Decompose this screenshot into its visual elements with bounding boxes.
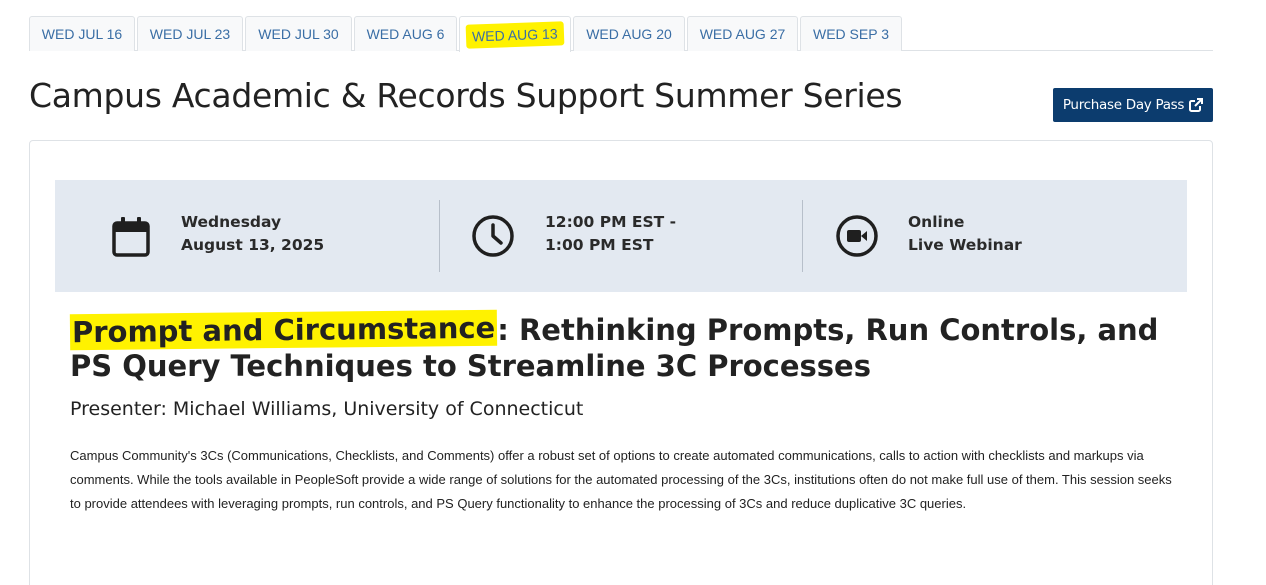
tab-wed-jul-23[interactable]: WED JUL 23 <box>137 16 243 51</box>
tab-wed-sep-3[interactable]: WED SEP 3 <box>800 16 902 51</box>
video-camera-icon <box>836 215 878 257</box>
tab-label: WED JUL 23 <box>149 26 231 42</box>
time-end: 1:00 PM EST <box>545 236 654 254</box>
purchase-label: Purchase Day Pass <box>1062 97 1185 113</box>
date-weekday: Wednesday <box>181 213 282 231</box>
date-text: Wednesday August 13, 2025 <box>181 211 324 257</box>
presenter: Presenter: Michael Williams, University … <box>70 398 584 420</box>
tab-wed-aug-20[interactable]: WED AUG 20 <box>573 16 685 51</box>
tab-wed-aug-13[interactable]: WED AUG 13 <box>459 16 571 52</box>
session-title-highlight: Prompt and Circumstance <box>69 309 498 351</box>
purchase-day-pass-button[interactable]: Purchase Day Pass <box>1053 88 1213 122</box>
tab-wed-jul-16[interactable]: WED JUL 16 <box>29 16 135 51</box>
session-description: Campus Community's 3Cs (Communications, … <box>70 448 1172 511</box>
tab-label: WED SEP 3 <box>813 26 889 42</box>
tab-wed-jul-30[interactable]: WED JUL 30 <box>245 16 352 51</box>
tab-label: WED AUG 27 <box>699 26 786 42</box>
tab-label: WED AUG 6 <box>366 26 445 42</box>
date-full: August 13, 2025 <box>181 236 325 254</box>
tab-label: WED AUG 13 <box>465 20 565 49</box>
clock-icon <box>472 215 514 257</box>
tab-label: WED JUL 30 <box>258 26 339 42</box>
tab-wed-aug-27[interactable]: WED AUG 27 <box>687 16 798 51</box>
time-start: 12:00 PM EST - <box>545 213 677 231</box>
time-text: 12:00 PM EST - 1:00 PM EST <box>545 211 676 257</box>
location-text: Online Live Webinar <box>908 211 1022 257</box>
location-detail: Live Webinar <box>908 236 1022 254</box>
tab-wed-aug-6[interactable]: WED AUG 6 <box>354 16 457 51</box>
calendar-icon <box>112 217 150 257</box>
date-info: Wednesday August 13, 2025 <box>55 180 439 292</box>
date-tabs: WED JUL 16 WED JUL 23 WED JUL 30 WED AUG… <box>29 16 1213 52</box>
session-title: Prompt and Circumstance: Rethinking Prom… <box>69 309 1190 384</box>
external-link-icon <box>1189 98 1204 112</box>
location-info: Online Live Webinar <box>803 180 1187 292</box>
session-info-bar: Wednesday August 13, 2025 12:00 PM EST -… <box>55 180 1187 292</box>
tab-label: WED JUL 16 <box>41 26 123 42</box>
page-title: Campus Academic & Records Support Summer… <box>29 76 903 115</box>
time-info: 12:00 PM EST - 1:00 PM EST <box>440 180 802 292</box>
tab-label: WED AUG 20 <box>586 26 672 42</box>
location-type: Online <box>908 213 965 231</box>
